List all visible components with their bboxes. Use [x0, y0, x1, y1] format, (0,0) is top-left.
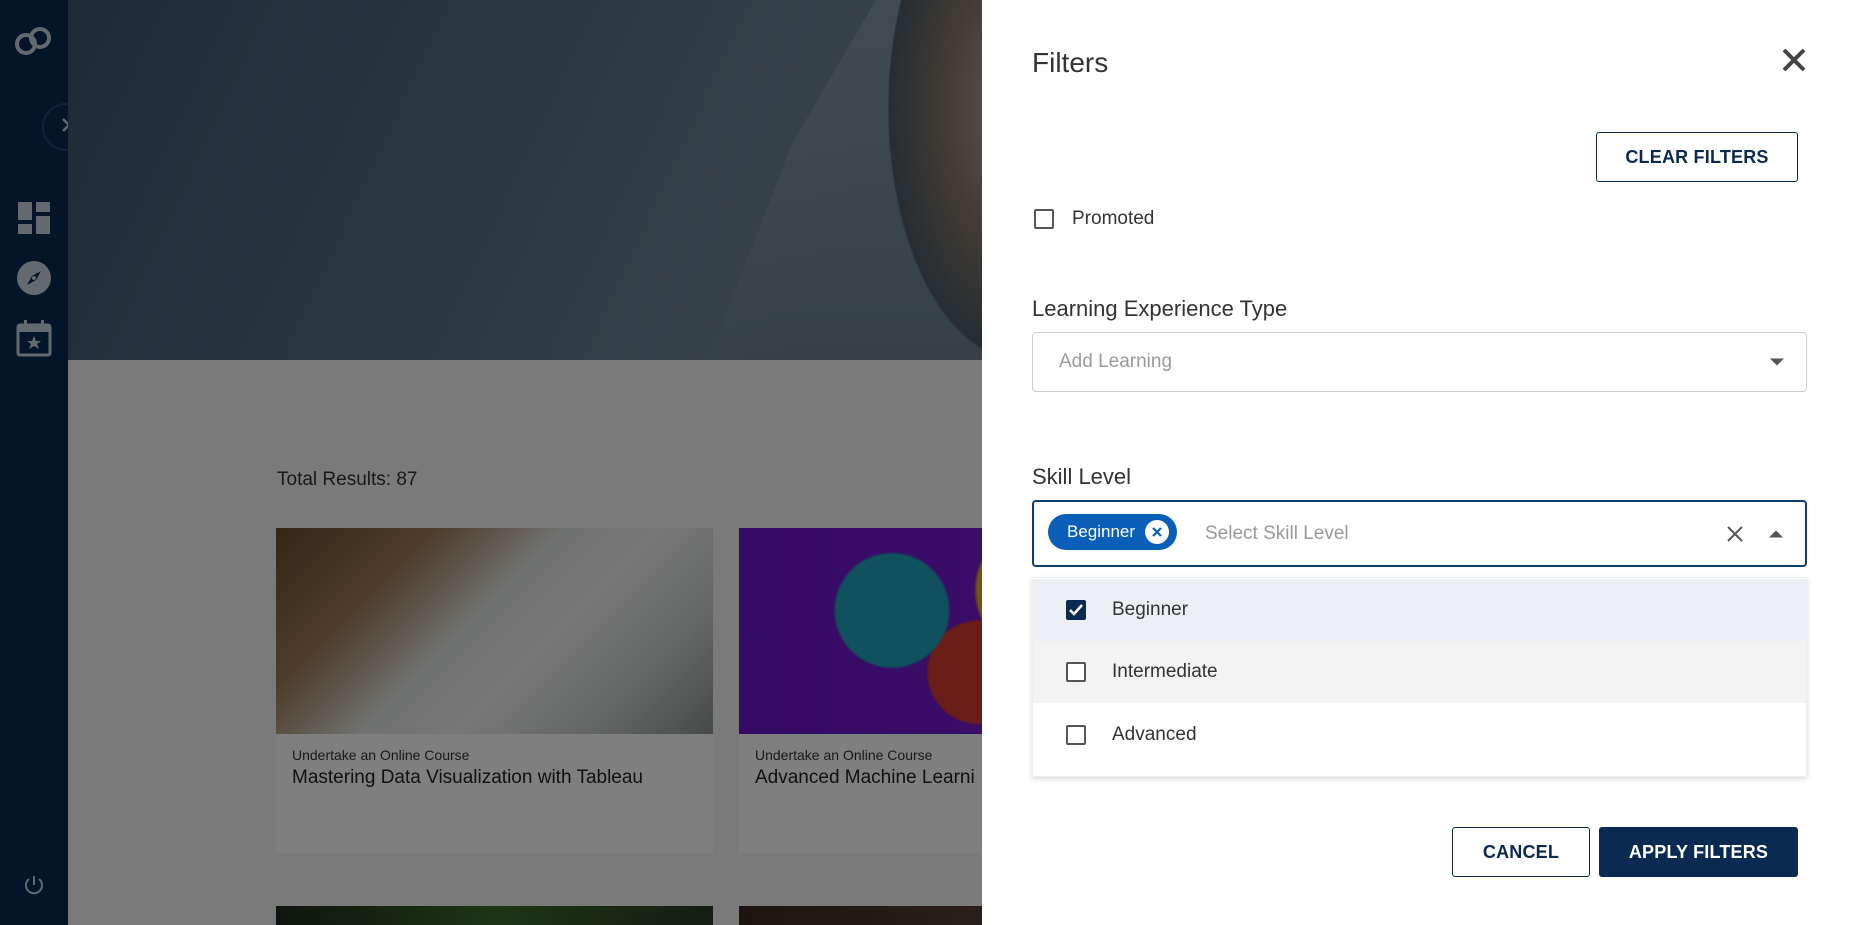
- selected-skill-chip[interactable]: Beginner: [1048, 514, 1178, 550]
- advanced-checkbox[interactable]: [1066, 725, 1086, 745]
- learning-type-placeholder: Add Learning: [1059, 351, 1173, 372]
- modal-backdrop[interactable]: [0, 0, 982, 925]
- intermediate-checkbox[interactable]: [1066, 662, 1086, 682]
- caret-up-icon[interactable]: [1769, 530, 1783, 537]
- skill-level-placeholder[interactable]: Select Skill Level: [1205, 523, 1349, 545]
- option-beginner[interactable]: Beginner: [1033, 579, 1806, 641]
- learning-type-select[interactable]: Add Learning: [1032, 332, 1807, 392]
- promoted-checkbox-row[interactable]: Promoted: [1034, 208, 1154, 230]
- apply-filters-button[interactable]: APPLY FILTERS: [1599, 827, 1798, 877]
- promoted-checkbox[interactable]: [1034, 209, 1054, 229]
- option-advanced[interactable]: Advanced: [1033, 704, 1806, 766]
- option-label: Intermediate: [1112, 661, 1218, 682]
- beginner-checkbox[interactable]: [1066, 600, 1086, 620]
- close-button[interactable]: [1778, 46, 1810, 78]
- option-intermediate[interactable]: Intermediate: [1033, 641, 1806, 703]
- promoted-label: Promoted: [1072, 208, 1155, 229]
- option-label: Advanced: [1112, 724, 1197, 745]
- clear-filters-button[interactable]: CLEAR FILTERS: [1596, 132, 1798, 182]
- cancel-button[interactable]: CANCEL: [1452, 827, 1590, 877]
- option-label: Beginner: [1112, 599, 1189, 620]
- close-icon: [1781, 47, 1807, 78]
- learning-type-label: Learning Experience Type: [1032, 296, 1288, 321]
- skill-level-label: Skill Level: [1032, 464, 1132, 489]
- filters-panel: Filters CLEAR FILTERS Promoted Learning …: [982, 0, 1853, 925]
- chip-label: Beginner: [1067, 522, 1136, 541]
- clear-selection-icon[interactable]: [1727, 526, 1743, 547]
- skill-level-dropdown: Beginner Intermediate Advanced: [1032, 577, 1807, 777]
- panel-title: Filters: [1032, 47, 1109, 78]
- remove-chip-icon[interactable]: [1145, 520, 1170, 544]
- caret-down-icon[interactable]: [1770, 358, 1784, 366]
- skill-level-select[interactable]: Beginner Select Skill Level: [1032, 500, 1807, 567]
